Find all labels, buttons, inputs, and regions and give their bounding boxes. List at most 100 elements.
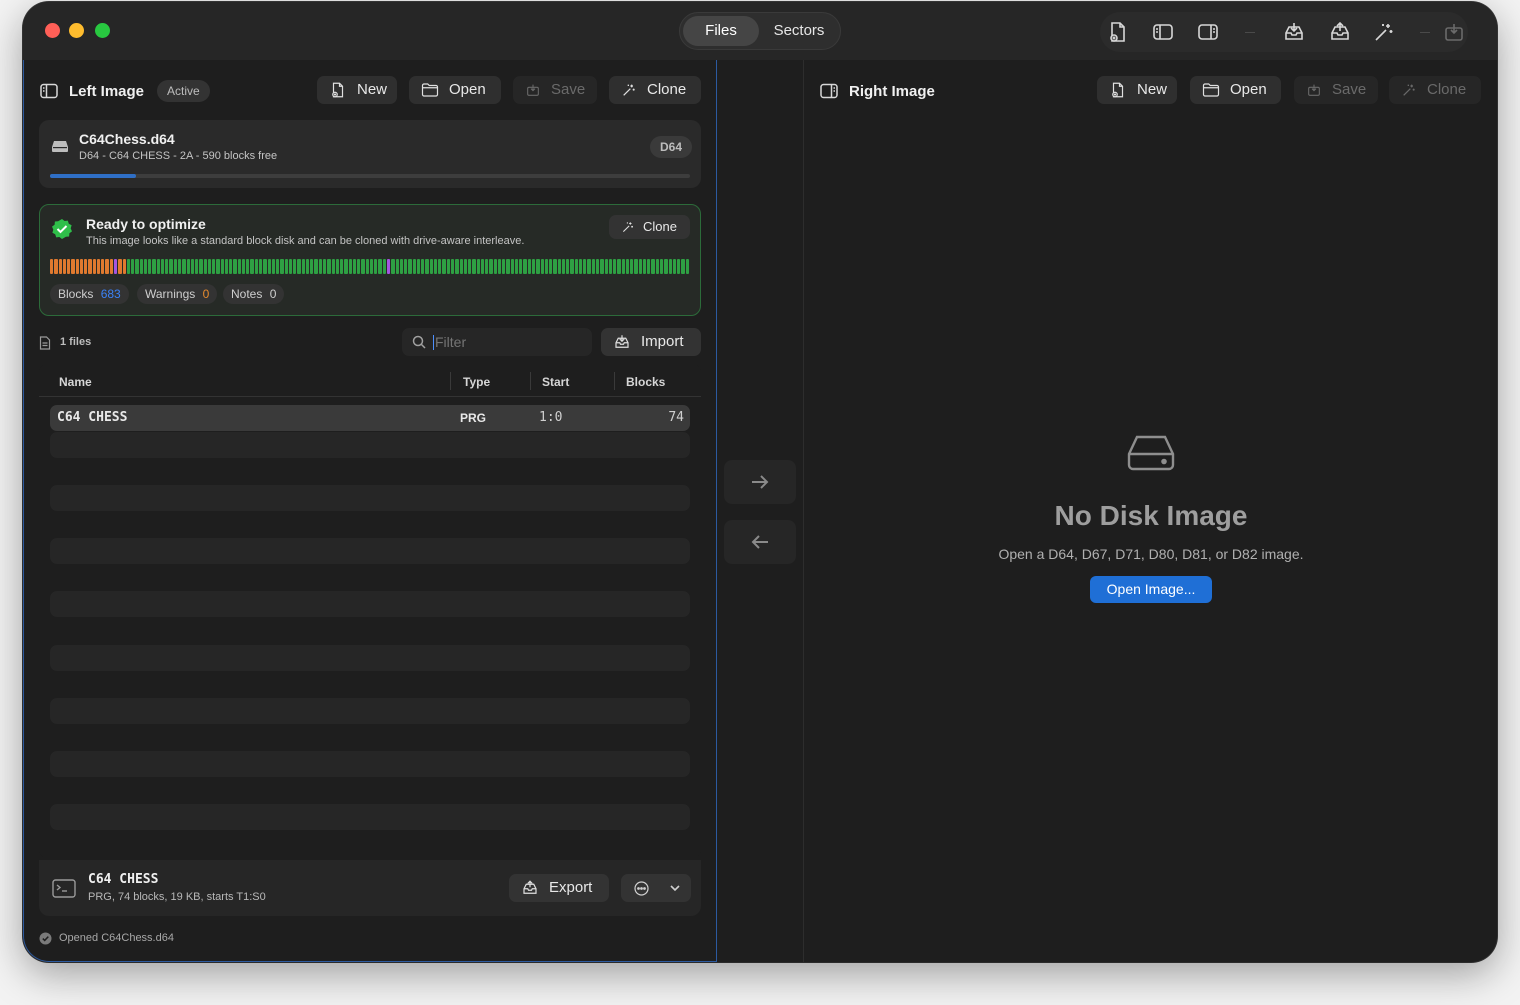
disk-drive-icon [52,141,68,152]
filter-field[interactable] [402,328,592,356]
export-icon[interactable] [1328,20,1352,44]
right-open-button[interactable]: Open [1190,76,1281,104]
column-divider [614,372,615,390]
block-map-segment [250,259,254,274]
folder-icon [1202,83,1220,97]
block-map-segment [207,259,212,274]
right-new-button[interactable]: New [1097,76,1177,104]
segment-files[interactable]: Files [683,16,759,46]
column-header-blocks[interactable]: Blocks [626,375,665,389]
app-window: Files Sectors Left Image Active New Open [23,2,1497,962]
more-actions-menu[interactable] [621,874,691,902]
block-map-segment [685,259,689,274]
right-clone-button[interactable]: Clone [1389,76,1481,104]
disk-format-badge: D64 [649,136,692,158]
open-image-button[interactable]: Open Image... [1090,576,1212,603]
optimize-description: This image looks like a standard block d… [86,235,525,247]
file-type-cell: PRG [460,411,487,425]
import-button[interactable]: Import [601,328,701,356]
empty-row [50,804,690,830]
block-map-segment [617,259,621,274]
empty-row [50,485,690,511]
warnings-chip: Warnings 0 [137,284,218,304]
block-map-segment [62,259,67,274]
block-map-segment [459,259,463,274]
block-map-segment [468,259,472,274]
empty-row [50,645,690,671]
clone-icon[interactable] [1372,20,1396,44]
left-clone-button[interactable]: Clone [609,76,701,104]
block-map-segment [259,259,263,274]
disk-info-card: C64Chess.d64 D64 - C64 CHESS - 2A - 590 … [39,120,701,188]
filter-input[interactable] [435,332,580,352]
block-map-segment [143,259,148,274]
import-label: Import [641,333,684,350]
block-map-segment [625,259,630,274]
copy-left-button[interactable] [724,520,796,564]
empty-row [50,751,690,777]
notes-chip: Notes 0 [223,284,285,304]
block-map-segment [288,259,293,274]
empty-row [50,432,690,458]
block-map-segment [122,259,126,274]
right-panel-icon [820,83,838,99]
left-open-button[interactable]: Open [409,76,501,104]
block-map-segment [429,259,433,274]
column-header-type[interactable]: Type [463,375,490,389]
right-panel-icon[interactable] [1196,20,1220,44]
file-count: 1 files [60,336,92,348]
copy-right-button[interactable] [724,460,796,504]
close-window-button[interactable] [45,23,60,38]
block-map-segment [293,259,297,274]
new-disk-icon [332,82,344,98]
blocks-chip: Blocks 683 [50,284,129,304]
block-map-segment [549,259,553,274]
right-save-button[interactable]: Save [1294,76,1378,104]
disk-usage-fill [50,174,137,178]
save-icon[interactable] [1442,20,1466,44]
document-icon [39,336,51,350]
block-map-segment [109,259,113,274]
right-open-label: Open [1230,81,1267,98]
block-map-segment [88,259,92,274]
block-map-segment [544,259,549,274]
empty-state-title: No Disk Image [1054,500,1248,531]
zoom-window-button[interactable] [95,23,110,38]
column-divider [450,372,451,390]
block-map-segment [506,259,510,274]
toolbar-separator [1420,32,1430,33]
block-map-segment [553,259,557,274]
block-map-segment [101,259,105,274]
block-map-segment [489,259,493,274]
block-map-segment [523,259,527,274]
block-map-segment [156,259,160,274]
export-button[interactable]: Export [509,874,609,902]
block-map-segment [480,259,485,274]
minimize-window-button[interactable] [69,23,84,38]
block-map-segment [212,259,216,274]
block-map-segment [621,259,625,274]
new-disk-icon[interactable] [1106,20,1130,44]
block-map-segment [677,259,681,274]
left-image-pane: Left Image Active New Open Save Clone C6… [23,60,717,962]
optimize-clone-label: Clone [643,219,677,234]
column-header-start[interactable]: Start [542,375,569,389]
import-icon[interactable] [1282,20,1306,44]
left-new-button[interactable]: New [317,76,397,104]
block-map-segment [566,259,570,274]
left-save-button[interactable]: Save [513,76,597,104]
right-new-label: New [1137,81,1168,98]
block-map-segment [519,259,523,274]
column-header-name[interactable]: Name [59,375,92,389]
table-row[interactable]: C64 CHESS PRG 1:0 74 [50,405,690,431]
right-clone-label: Clone [1427,81,1467,98]
selection-detail-bar: C64 CHESS PRG, 74 blocks, 19 KB, starts … [39,860,701,916]
block-map-segment [450,259,455,274]
block-map-segment [532,259,536,274]
block-map-segment [237,259,241,274]
empty-row [50,538,690,564]
segment-sectors[interactable]: Sectors [760,16,838,46]
optimize-clone-button[interactable]: Clone [609,215,690,239]
left-panel-icon[interactable] [1151,20,1175,44]
block-map-segment [314,259,318,274]
